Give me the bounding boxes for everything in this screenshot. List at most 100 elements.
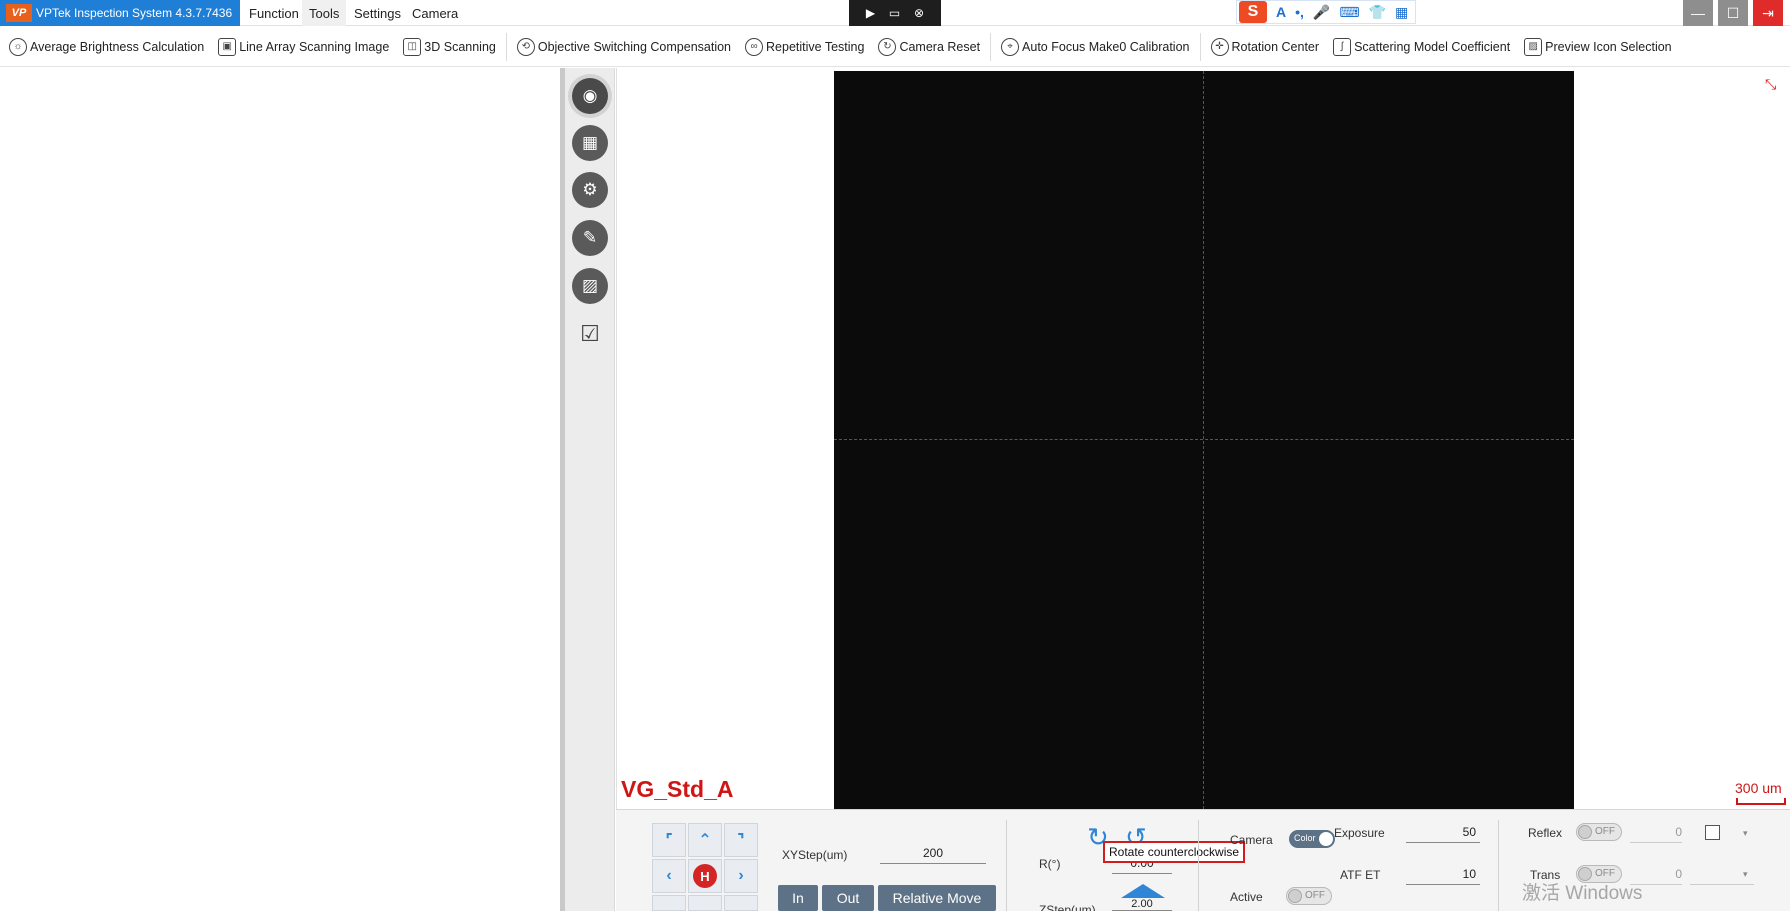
reset-icon: ↻ bbox=[878, 37, 897, 56]
minimize-button[interactable]: — bbox=[1683, 0, 1713, 26]
recipe-name-label: VG_Std_A bbox=[621, 776, 734, 802]
camera-label: Camera bbox=[1230, 833, 1273, 847]
skin-icon[interactable]: 👕 bbox=[1369, 4, 1386, 21]
z-up-arrow-icon[interactable] bbox=[1121, 884, 1165, 898]
out-button[interactable]: Out bbox=[822, 885, 874, 911]
keyboard-icon[interactable]: ⌨ bbox=[1339, 4, 1359, 21]
screen-icon[interactable]: ▭ bbox=[889, 6, 900, 20]
media-control-bar: ▶ ▭ ⊗ bbox=[849, 0, 941, 26]
toolbar-divider bbox=[990, 32, 992, 61]
app-title: VPTek Inspection System 4.3.7.7436 bbox=[36, 6, 233, 20]
title-bar: VP VPTek Inspection System 4.3.7.7436 Fu… bbox=[0, 0, 1790, 26]
menu-camera[interactable]: Camera bbox=[405, 0, 465, 26]
collapse-icon[interactable]: ⤡ bbox=[1765, 76, 1776, 93]
chevron-down-icon[interactable]: ▾ bbox=[1743, 828, 1748, 839]
jog-home-button[interactable]: H bbox=[688, 859, 722, 893]
repetitive-testing-button[interactable]: ∞ Repetitive Testing bbox=[745, 37, 865, 56]
ime-logo-icon[interactable]: S bbox=[1239, 1, 1267, 23]
camera-icon[interactable]: ◉ bbox=[572, 78, 608, 114]
scattering-model-button[interactable]: ∫ Scattering Model Coefficient bbox=[1333, 37, 1511, 56]
scale-bar bbox=[1736, 798, 1786, 805]
settings-list-icon[interactable]: ⚙ bbox=[572, 172, 608, 208]
toggle-knob bbox=[1578, 825, 1592, 839]
exposure-input[interactable]: 50 bbox=[1406, 821, 1480, 843]
auto-focus-calibration-button[interactable]: ⌖ Auto Focus Make0 Calibration bbox=[1001, 37, 1190, 56]
close-circle-icon[interactable]: ⊗ bbox=[914, 6, 924, 20]
microphone-icon[interactable]: 🎤 bbox=[1313, 4, 1330, 21]
in-button[interactable]: In bbox=[778, 885, 818, 911]
curve-icon: ∫ bbox=[1333, 37, 1352, 56]
3d-scanning-button[interactable]: ◫ 3D Scanning bbox=[403, 37, 496, 56]
jog-down-left-button[interactable] bbox=[652, 895, 686, 911]
reflex-toggle[interactable]: OFF bbox=[1576, 823, 1622, 841]
line-array-scanning-button[interactable]: ▣ Line Array Scanning Image bbox=[218, 37, 390, 56]
preview-icon-selection-button[interactable]: ▨ Preview Icon Selection bbox=[1524, 37, 1672, 56]
rotation-label: R(°) bbox=[1039, 857, 1061, 871]
tool-label: Rotation Center bbox=[1231, 39, 1320, 54]
grid-sphere-icon[interactable]: ▦ bbox=[572, 125, 608, 161]
average-brightness-button[interactable]: ☼ Average Brightness Calculation bbox=[9, 37, 205, 56]
ime-punct-icon[interactable]: •, bbox=[1295, 4, 1304, 20]
xystep-input[interactable]: 200 bbox=[880, 842, 986, 864]
jog-down-right-button[interactable] bbox=[724, 895, 758, 911]
tool-label: Line Array Scanning Image bbox=[239, 39, 390, 54]
tool-label: Repetitive Testing bbox=[766, 39, 865, 54]
tool-label: Preview Icon Selection bbox=[1545, 39, 1672, 54]
maximize-button[interactable]: ☐ bbox=[1718, 0, 1748, 26]
checklist-icon[interactable]: ☑ bbox=[572, 316, 608, 352]
reflex-checkbox[interactable] bbox=[1705, 825, 1720, 840]
panel-divider bbox=[1498, 820, 1499, 911]
exit-button[interactable]: ⇥ bbox=[1753, 0, 1783, 26]
xystep-label: XYStep(um) bbox=[782, 848, 848, 862]
toggle-text: OFF bbox=[1305, 890, 1325, 901]
ruler-icon[interactable]: ✎ bbox=[572, 220, 608, 256]
toggle-text: OFF bbox=[1595, 826, 1615, 837]
image-icon[interactable]: ▨ bbox=[572, 268, 608, 304]
toggle-knob bbox=[1319, 832, 1333, 846]
app-logo: VP bbox=[6, 4, 32, 22]
tool-label: Objective Switching Compensation bbox=[537, 39, 732, 54]
jog-up-button[interactable]: ⌃ bbox=[688, 823, 722, 857]
menu-function[interactable]: Function bbox=[242, 0, 306, 26]
zstep-label: ZStep(um) bbox=[1039, 903, 1096, 911]
reflex-label: Reflex bbox=[1528, 826, 1563, 840]
image-preview-icon: ▨ bbox=[1524, 37, 1543, 56]
camera-color-toggle[interactable]: Color bbox=[1289, 830, 1335, 848]
rotation-center-icon: ✛ bbox=[1210, 37, 1229, 56]
menu-tools[interactable]: Tools bbox=[302, 0, 347, 26]
zstep-input[interactable]: 2.00 bbox=[1112, 898, 1172, 911]
tool-label: Scattering Model Coefficient bbox=[1354, 39, 1511, 54]
atf-et-label: ATF ET bbox=[1340, 868, 1381, 882]
tool-label: Average Brightness Calculation bbox=[30, 39, 205, 54]
active-label: Active bbox=[1230, 890, 1263, 904]
play-icon[interactable]: ▶ bbox=[866, 6, 875, 20]
relative-move-button[interactable]: Relative Move bbox=[878, 885, 996, 911]
exposure-label: Exposure bbox=[1334, 826, 1385, 840]
jog-down-button[interactable] bbox=[688, 895, 722, 911]
jog-up-left-button[interactable]: ⌜ bbox=[652, 823, 686, 857]
rotation-center-button[interactable]: ✛ Rotation Center bbox=[1210, 37, 1320, 56]
ime-mode-icon[interactable]: A bbox=[1276, 4, 1286, 20]
camera-reset-button[interactable]: ↻ Camera Reset bbox=[878, 37, 980, 56]
atf-et-input[interactable]: 10 bbox=[1406, 863, 1480, 885]
camera-live-view[interactable] bbox=[834, 71, 1574, 809]
repeat-icon: ∞ bbox=[745, 37, 764, 56]
left-panel bbox=[0, 68, 560, 911]
reflex-value[interactable]: 0 bbox=[1630, 821, 1682, 843]
windows-activation-watermark: 激活 Windows bbox=[1522, 883, 1643, 904]
side-icon-rail: ◉ ▦ ⚙ ✎ ▨ ☑ bbox=[565, 68, 615, 911]
menu-settings[interactable]: Settings bbox=[347, 0, 408, 26]
apps-icon[interactable]: ▦ bbox=[1395, 4, 1408, 21]
objective-switching-button[interactable]: ⟲ Objective Switching Compensation bbox=[516, 37, 732, 56]
panel-divider bbox=[1006, 820, 1007, 911]
jog-left-button[interactable]: ‹ bbox=[652, 859, 686, 893]
jog-up-right-button[interactable]: ⌝ bbox=[724, 823, 758, 857]
panel-divider bbox=[1198, 820, 1199, 911]
jog-right-button[interactable]: › bbox=[724, 859, 758, 893]
home-icon: H bbox=[693, 864, 717, 888]
chevron-down-icon[interactable]: ▾ bbox=[1743, 869, 1748, 880]
objective-icon: ⟲ bbox=[516, 37, 535, 56]
scan-frame-icon: ▣ bbox=[218, 37, 237, 56]
toggle-text: Color bbox=[1294, 833, 1316, 843]
active-toggle[interactable]: OFF bbox=[1286, 887, 1332, 905]
